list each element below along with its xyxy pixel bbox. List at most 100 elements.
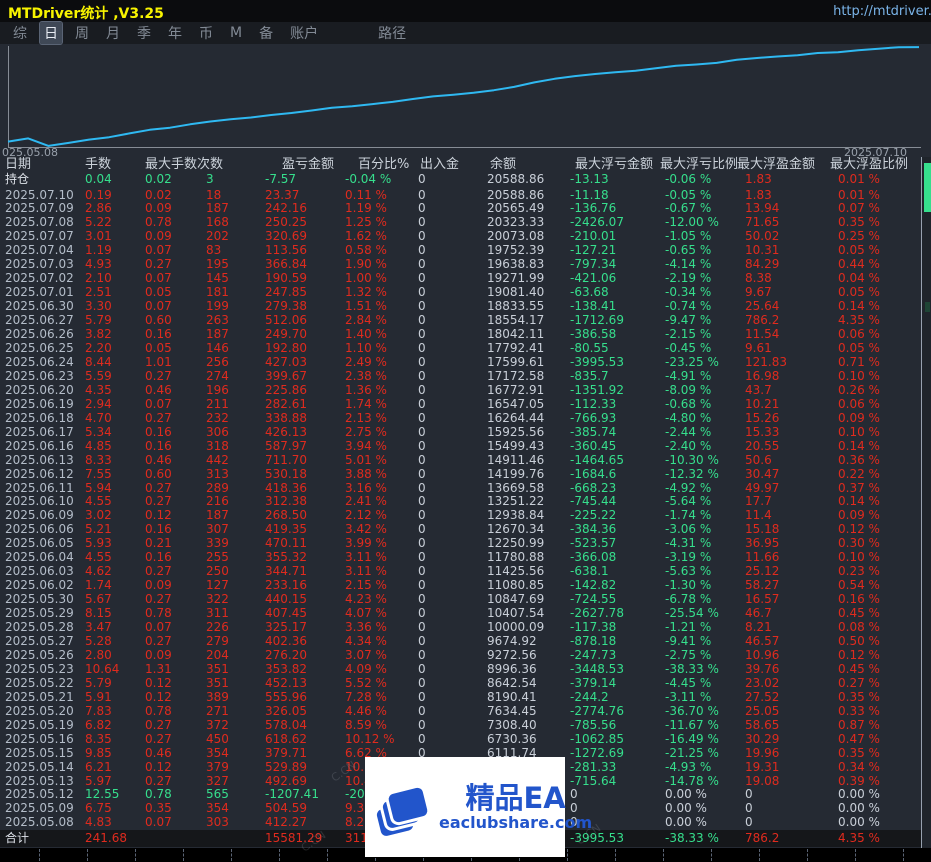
table-row[interactable]: 2025.06.03 4.62 0.27 250 344.71 3.11 % 0 11425.… — [0, 564, 931, 579]
cell-pnl-pct: 1.25 % — [345, 215, 387, 230]
vendor-url-link[interactable]: http://mtdriver.c — [833, 4, 931, 19]
table-row[interactable]: 2025.06.23 5.59 0.27 274 399.67 2.38 % 0 17172.… — [0, 369, 931, 384]
cell-count: 145 — [206, 271, 229, 286]
cell-balance: 14911.46 — [487, 452, 545, 467]
cell-count: 187 — [206, 508, 229, 523]
table-row[interactable]: 2025.06.11 5.94 0.27 289 418.36 3.16 % 0 13669.… — [0, 481, 931, 496]
table-row[interactable]: 2025.06.26 3.82 0.16 187 249.70 1.40 % 0 18042.… — [0, 327, 931, 342]
cell-max-float-loss-pct: -1.74 % — [665, 508, 712, 523]
cell-pnl: 326.05 — [265, 703, 307, 718]
table-row[interactable]: 2025.06.16 4.85 0.16 318 587.97 3.94 % 0 15499.… — [0, 439, 931, 454]
table-row[interactable]: 2025.05.27 5.28 0.27 279 402.36 4.34 % 0 9674.9… — [0, 634, 931, 649]
menu-item-年[interactable]: 年 — [164, 22, 186, 44]
cell-count: 187 — [206, 327, 229, 342]
cell-lots: 2.20 — [85, 340, 112, 355]
cell-lots: 5.79 — [85, 675, 112, 690]
cell-max-float-loss-pct: -0.68 % — [665, 396, 712, 411]
table-row[interactable]: 2025.07.03 4.93 0.27 195 366.84 1.90 % 0 19638.… — [0, 257, 931, 272]
cell-count: 83 — [206, 243, 222, 258]
cell-pnl: 440.15 — [265, 592, 307, 607]
table-row[interactable]: 2025.07.01 2.51 0.05 181 247.85 1.32 % 0 19081.… — [0, 285, 931, 300]
table-row[interactable]: 2025.05.19 6.82 0.27 372 578.04 8.59 % 0 7308.4… — [0, 718, 931, 733]
table-row[interactable]: 2025.07.02 2.10 0.07 145 190.59 1.00 % 0 19271.… — [0, 271, 931, 286]
cell-inout: 0 — [418, 187, 426, 202]
table-row[interactable]: 2025.06.30 3.30 0.07 199 279.38 1.51 % 0 18833.… — [0, 299, 931, 314]
menu-item-日[interactable]: 日 — [39, 21, 63, 45]
cell-lots: 6.75 — [85, 801, 112, 816]
cell-inout: 0 — [418, 285, 426, 300]
cell-max-float-loss: -225.22 — [570, 508, 617, 523]
table-row[interactable]: 2025.05.16 8.35 0.27 450 618.62 10.12 % 0 6730.… — [0, 732, 931, 747]
table-row[interactable]: 2025.07.07 3.01 0.09 202 320.69 1.62 % 0 20073.… — [0, 229, 931, 244]
cell-date: 2025.06.30 — [5, 299, 74, 314]
cell-lots: 3.82 — [85, 327, 112, 342]
cell-max-float-loss-pct: -0.74 % — [665, 299, 712, 314]
table-row[interactable]: 2025.06.06 5.21 0.16 307 419.35 3.42 % 0 12670.… — [0, 522, 931, 537]
cell-date: 2025.07.01 — [5, 285, 74, 300]
cell-max-lots: 0.16 — [145, 550, 172, 565]
table-row[interactable]: 2025.05.28 3.47 0.07 226 325.17 3.36 % 0 10000.… — [0, 620, 931, 635]
table-row[interactable]: 2025.05.29 8.15 0.78 311 407.45 4.07 % 0 10407.… — [0, 606, 931, 621]
cell-count: 181 — [206, 285, 229, 300]
table-row[interactable]: 2025.06.25 2.20 0.05 146 192.80 1.10 % 0 17792.… — [0, 340, 931, 356]
cell-date: 2025.06.13 — [5, 452, 74, 467]
cell-pnl-pct: 4.07 % — [345, 606, 387, 621]
menu-item-周[interactable]: 周 — [71, 22, 93, 44]
table-row[interactable]: 2025.06.04 4.55 0.16 255 355.32 3.11 % 0 11780.… — [0, 550, 931, 565]
cell-max-lots: 0.12 — [145, 759, 172, 774]
table-row[interactable]: 2025.05.20 7.83 0.78 271 326.05 4.46 % 0 7634.4… — [0, 703, 931, 719]
menu-item-币[interactable]: 币 — [195, 22, 217, 44]
cell-pnl: -1207.41 — [265, 787, 319, 802]
table-row[interactable]: 2025.06.27 5.79 0.60 263 512.06 2.84 % 0 18554.… — [0, 313, 931, 328]
table-row[interactable]: 2025.06.19 2.94 0.07 211 282.61 1.74 % 0 16547.… — [0, 396, 931, 412]
table-row[interactable]: 2025.06.13 8.33 0.46 442 711.70 5.01 % 0 14911.… — [0, 452, 931, 468]
cell-max-float-profit: 23.02 — [745, 675, 780, 690]
cell-max-float-loss: -766.93 — [570, 410, 617, 425]
cell-date: 2025.06.18 — [5, 410, 74, 425]
table-row[interactable]: 2025.06.02 1.74 0.09 127 233.16 2.15 % 0 11080.… — [0, 578, 931, 593]
menu-item-月[interactable]: 月 — [102, 22, 124, 44]
cell-date: 2025.06.12 — [5, 466, 74, 481]
table-row[interactable]: 2025.07.09 2.86 0.09 187 242.16 1.19 % 0 20565.… — [0, 201, 931, 216]
cell-max-float-profit-pct: 0.33 % — [838, 703, 880, 718]
table-row[interactable]: 2025.07.08 5.22 0.78 168 250.25 1.25 % 0 20323.… — [0, 215, 931, 230]
position-row[interactable]: 持仓 0.04 0.02 3 -7.57 -0.04 % 0 20588.86 -13.13 -0… — [0, 172, 931, 189]
menu-item-备[interactable]: 备 — [255, 22, 277, 44]
cell-max-float-profit: 121.83 — [745, 354, 787, 369]
cell-max-lots: 0.78 — [145, 215, 172, 230]
table-row[interactable]: 2025.05.21 5.91 0.12 389 555.96 7.28 % 0 8190.4… — [0, 690, 931, 705]
cell-count: 195 — [206, 257, 229, 272]
menu-item-季[interactable]: 季 — [133, 22, 155, 44]
scrollbar-thumb[interactable] — [924, 163, 931, 212]
table-row[interactable]: 2025.06.09 3.02 0.12 187 268.50 2.12 % 0 12938.… — [0, 508, 931, 523]
table-row[interactable]: 2025.06.12 7.55 0.60 313 530.18 3.88 % 0 14199.… — [0, 466, 931, 482]
menu-item-账户[interactable]: 账户 — [286, 22, 322, 44]
table-row[interactable]: 2025.06.24 8.44 1.01 256 427.03 2.49 % 0 17599.… — [0, 354, 931, 370]
scrollbar-track[interactable] — [922, 157, 931, 848]
table-row[interactable]: 2025.05.30 5.67 0.27 322 440.15 4.23 % 0 10847.… — [0, 592, 931, 607]
cell-max-float-profit-pct: 0.45 % — [838, 661, 880, 676]
cell-lots: 7.55 — [85, 466, 112, 481]
table-row[interactable]: 2025.07.04 1.19 0.07 83 113.56 0.58 % 0 19752.3… — [0, 243, 931, 258]
table-row[interactable]: 2025.06.18 4.70 0.27 232 338.88 2.13 % 0 16264.… — [0, 410, 931, 426]
table-row[interactable]: 2025.06.20 4.35 0.46 196 225.86 1.36 % 0 16772.… — [0, 383, 931, 398]
cell-inout: 0 — [418, 396, 426, 411]
table-row[interactable]: 2025.06.10 4.55 0.27 216 312.38 2.41 % 0 13251.… — [0, 495, 931, 509]
table-row[interactable]: 2025.05.26 2.80 0.09 204 276.20 3.07 % 0 9272.5… — [0, 648, 931, 663]
table-row[interactable]: 2025.05.22 5.79 0.12 351 452.13 5.52 % 0 8642.5… — [0, 675, 931, 691]
table-row[interactable]: 2025.07.10 0.19 0.02 18 23.37 0.11 % 0 20588.86… — [0, 187, 931, 203]
cell-date: 合计 — [5, 831, 30, 846]
cell-max-float-profit: 16.57 — [745, 592, 780, 607]
menu-item-path[interactable]: 路径 — [374, 22, 410, 44]
table-row[interactable]: 2025.05.23 10.64 1.31 351 353.82 4.09 % 0 8996.… — [0, 661, 931, 677]
cell-max-float-profit-pct: 0.71 % — [838, 354, 880, 369]
table-row[interactable]: 2025.06.05 5.93 0.21 339 470.11 3.99 % 0 12250.… — [0, 536, 931, 551]
table-row[interactable]: 2025.06.17 5.34 0.16 306 426.13 2.75 % 0 15925.… — [0, 425, 931, 440]
cell-date: 2025.06.02 — [5, 578, 74, 593]
cell-max-float-loss: -138.41 — [570, 299, 617, 314]
menu-item-综[interactable]: 综 — [9, 22, 31, 44]
cell-balance: 8996.36 — [487, 661, 537, 676]
cell-balance: 12250.99 — [487, 536, 545, 551]
cell-max-lots: 0.07 — [145, 243, 172, 258]
menu-item-M[interactable]: M — [226, 24, 246, 42]
